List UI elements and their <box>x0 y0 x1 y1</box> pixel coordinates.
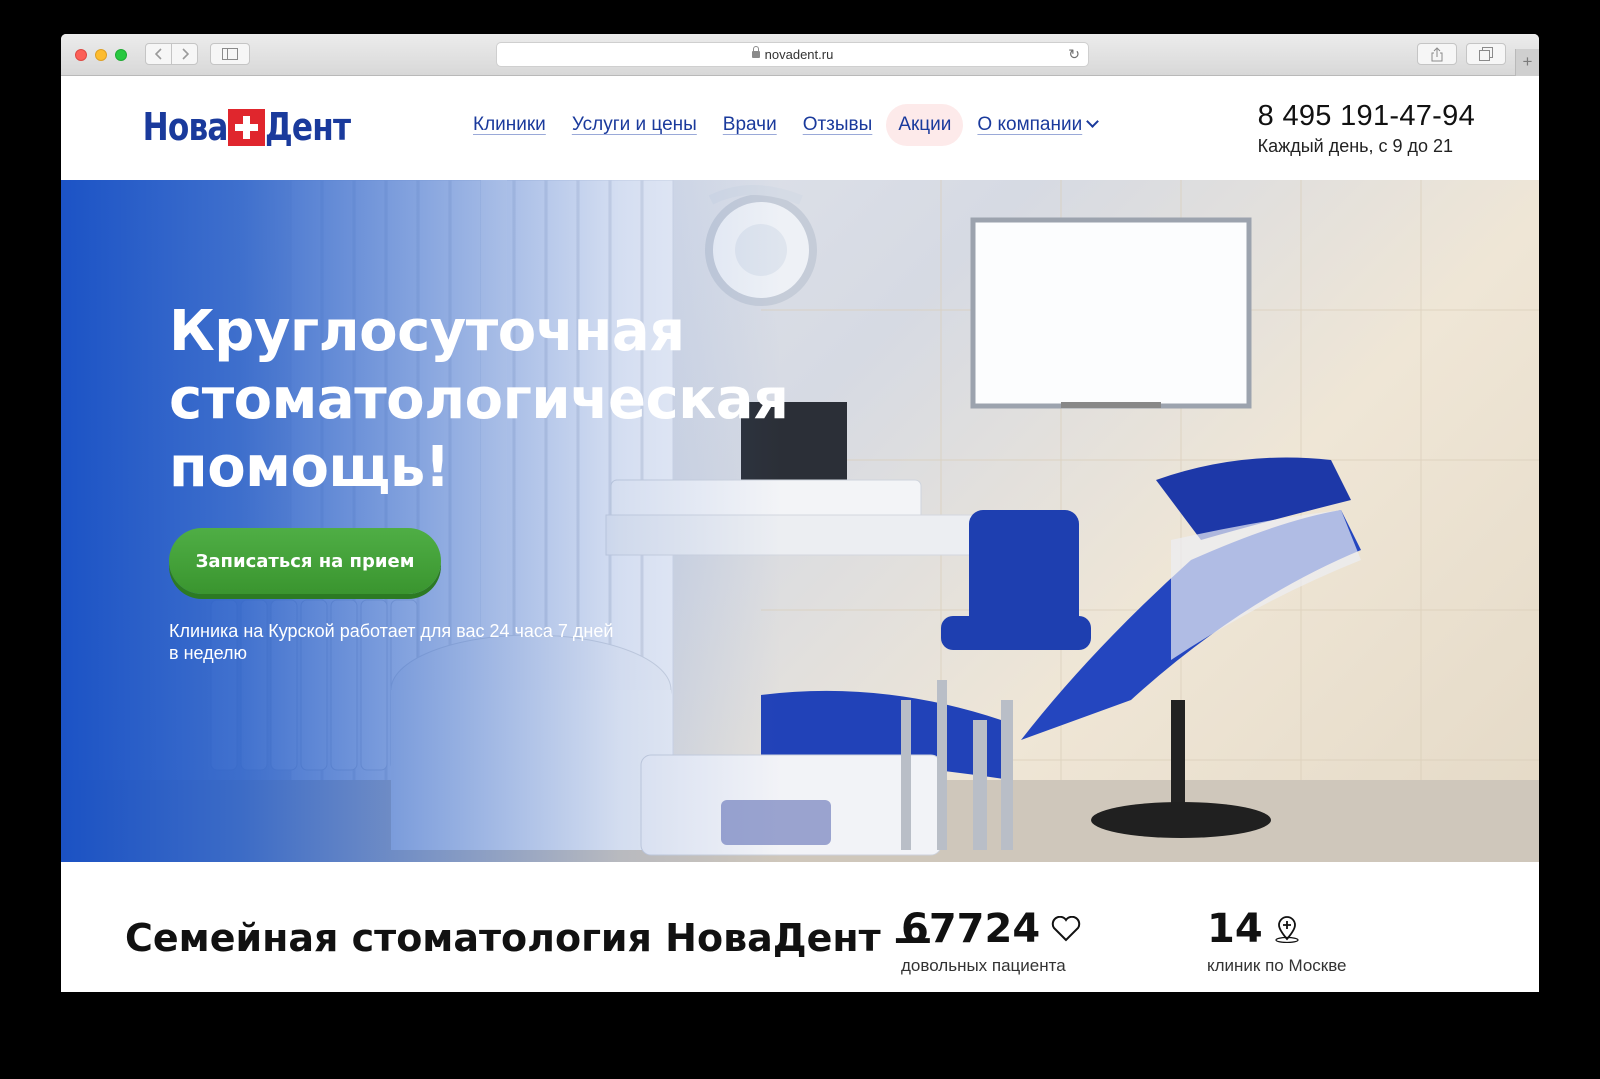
tab-overview-button[interactable] <box>1466 43 1506 65</box>
stat-patients: 67724 довольных пациента <box>901 906 1081 976</box>
logo[interactable]: Нова Дент <box>124 105 369 149</box>
main-nav: Клиники Услуги и цены Врачи Отзывы Акции… <box>461 102 1111 148</box>
chevron-right-icon <box>181 48 189 60</box>
back-button[interactable] <box>145 43 172 65</box>
tabs-icon <box>1479 47 1493 61</box>
minimize-window-button[interactable] <box>95 49 107 61</box>
heart-icon <box>1051 916 1080 942</box>
browser-toolbar: novadent.ru ↻ + <box>61 34 1539 76</box>
stat-clinics-label: клиник по Москве <box>1207 956 1347 975</box>
reload-icon[interactable]: ↻ <box>1068 46 1080 63</box>
browser-window: novadent.ru ↻ + Нова Дент Клиники Услуги… <box>61 34 1539 992</box>
nav-clinics[interactable]: Клиники <box>461 104 558 146</box>
working-hours: Каждый день, с 9 до 21 <box>1257 136 1454 156</box>
nav-reviews[interactable]: Отзывы <box>791 104 885 146</box>
stat-patients-value: 67724 <box>901 906 1041 952</box>
stat-clinics-value: 14 <box>1207 906 1263 952</box>
about-title: Семейная стоматология НоваДент — <box>125 916 932 960</box>
logo-text-part1: Нова <box>142 105 229 149</box>
plus-icon: + <box>1522 52 1533 71</box>
nav-services-prices[interactable]: Услуги и цены <box>560 104 709 146</box>
close-window-button[interactable] <box>75 49 87 61</box>
nav-doctors[interactable]: Врачи <box>711 104 789 146</box>
chevron-left-icon <box>154 48 162 60</box>
sidebar-icon <box>222 48 238 60</box>
book-appointment-button[interactable]: Записаться на прием <box>169 528 441 594</box>
chevron-down-icon <box>1086 115 1100 128</box>
hero-subtitle: Клиника на Курской работает для вас 24 ч… <box>169 621 614 663</box>
about-section: Семейная стоматология НоваДент — 67724 д… <box>61 862 1539 992</box>
site-header: Нова Дент Клиники Услуги и цены Врачи От… <box>61 76 1539 180</box>
hero-title: Круглосуточная стоматологическая помощь! <box>169 299 789 500</box>
share-icon <box>1431 46 1443 61</box>
contact-block: 8 495 191-47-94 Каждый день, с 9 до 21 <box>1258 100 1475 157</box>
hero-banner: Круглосуточная стоматологическая помощь!… <box>61 180 1539 862</box>
nav-about-label: О компании <box>977 114 1083 135</box>
hero-gradient-overlay <box>61 180 961 862</box>
forward-button[interactable] <box>171 43 198 65</box>
lock-icon <box>751 46 760 58</box>
address-url: novadent.ru <box>764 47 834 62</box>
address-bar[interactable]: novadent.ru ↻ <box>496 42 1089 67</box>
share-button[interactable] <box>1417 43 1457 65</box>
new-tab-button[interactable]: + <box>1515 49 1539 76</box>
zoom-window-button[interactable] <box>115 49 127 61</box>
sidebar-toggle-button[interactable] <box>210 43 250 65</box>
location-pin-icon <box>1275 916 1299 943</box>
stat-patients-label: довольных пациента <box>901 956 1066 975</box>
nav-about-dropdown[interactable]: О компании <box>965 104 1109 146</box>
medical-cross-icon <box>227 108 265 146</box>
phone-number[interactable]: 8 495 191-47-94 <box>1258 100 1475 133</box>
nav-promotions[interactable]: Акции <box>886 104 964 146</box>
stat-clinics: 14 клиник по Москве <box>1207 906 1347 976</box>
logo-text-part2: Дент <box>264 105 351 149</box>
